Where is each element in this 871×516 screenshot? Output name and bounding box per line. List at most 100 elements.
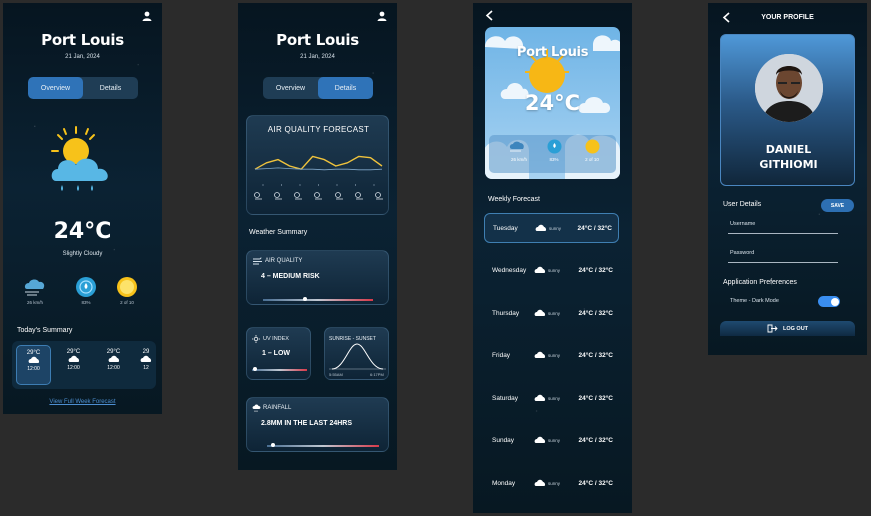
forecast-condition: sunny [534, 266, 574, 275]
profile-icon[interactable] [377, 11, 387, 21]
full-week-link[interactable]: View Full Week Forecast [3, 399, 162, 405]
sunset-time: 6:17PM [370, 372, 384, 377]
rainfall-title: RAINFALL [263, 405, 292, 411]
forecast-row[interactable]: Monday sunny 24°C / 32°C [484, 468, 619, 498]
forecast-row[interactable]: Saturday sunny 24°C / 32°C [484, 383, 619, 413]
wind-icon [24, 279, 45, 296]
rainfall-value: 2.8MM IN THE LAST 24HRS [261, 420, 353, 427]
sunrise-time: 5:55AM [329, 372, 343, 377]
forecast-day: Thursday [492, 309, 520, 317]
profile-icon[interactable] [142, 11, 152, 21]
dark-mode-toggle[interactable] [818, 296, 840, 307]
weather-small-icon [354, 192, 363, 200]
forecast-temp-range: 24°C / 32°C [577, 224, 612, 232]
uv-value: 2 of 10 [585, 157, 599, 162]
current-temperature: 24°C [524, 91, 581, 115]
forecast-row[interactable]: Tuesday sunny 24°C / 32°C [484, 213, 619, 243]
sun-icon [585, 139, 600, 154]
forecast-temp-range: 24°C / 32°C [578, 394, 613, 402]
rainfall-marker [270, 443, 275, 447]
hour-card[interactable]: 29°C 12:00 [96, 345, 131, 385]
cloud-icon [140, 355, 152, 362]
profile-first-name: DANIEL [765, 143, 812, 156]
hour-card[interactable]: 29°C 12:00 [56, 345, 91, 385]
forecast-condition-label: sunny [548, 353, 561, 358]
sunrise-sunset-card[interactable]: SUNRISE - SUNSET 5:55AM 6:17PM [324, 327, 389, 380]
hour-card[interactable]: 29°C 12:00 [16, 345, 51, 385]
profile-screen: YOUR PROFILE DANIEL GITHIOMI User Detail… [708, 3, 867, 355]
weather-small-icon [314, 192, 323, 200]
password-input[interactable]: Password [730, 250, 836, 256]
uv-index-card[interactable]: UV INDEX 1 – LOW [246, 327, 311, 380]
forecast-day: Wednesday [492, 267, 527, 274]
logout-label: LOG OUT [782, 325, 809, 332]
cloud-icon [534, 266, 546, 273]
forecast-row[interactable]: Thursday sunny 24°C / 32°C [484, 298, 619, 328]
hero-stats: 26 km/h 83% 2 of 10 [489, 135, 616, 173]
app-preferences-label: Application Preferences [723, 279, 797, 286]
forecast-row[interactable]: Friday sunny 24°C / 32°C [484, 341, 619, 371]
forecast-condition: sunny [534, 351, 574, 360]
aq-series-line [254, 155, 383, 170]
rain-cloud-icon [252, 404, 261, 412]
tab-details[interactable]: Details [318, 77, 373, 99]
rainfall-bar [267, 445, 379, 447]
sun-icon [117, 277, 137, 297]
uv-index-title: UV INDEX [263, 336, 289, 342]
wind-speed: 26 km/h [510, 157, 527, 162]
forecast-day: Sunday [492, 437, 515, 444]
cloud-icon [68, 355, 79, 362]
forecast-day: Friday [492, 352, 511, 359]
air-quality-bar [263, 299, 373, 301]
hour-card[interactable]: 29 12 [136, 345, 156, 385]
forecast-condition: sunny [534, 394, 574, 403]
weather-small-icon [294, 192, 303, 200]
rainfall-card[interactable]: RAINFALL 2.8MM IN THE LAST 24HRS [246, 397, 389, 452]
profile-card: DANIEL GITHIOMI [720, 34, 855, 186]
city-title: Port Louis [276, 31, 359, 49]
view-tabs: Overview Details [28, 77, 138, 99]
view-tabs: Overview Details [263, 77, 373, 99]
username-input[interactable]: Username [730, 221, 836, 227]
current-temperature: 24°C [53, 219, 112, 244]
forecast-temp-range: 24°C / 32°C [578, 479, 613, 487]
air-quality-card[interactable]: AIR QUALITY 4 – MEDIUM RISK [246, 250, 389, 305]
forecast-day: Saturday [492, 394, 519, 402]
cloud-icon [28, 356, 39, 363]
date-label: 21 Jan, 2024 [300, 54, 335, 60]
user-details-label: User Details [723, 201, 762, 208]
weekly-forecast-title: Weekly Forecast [488, 196, 540, 203]
weather-small-icon [334, 192, 343, 200]
cloud-icon [108, 355, 119, 362]
aq-series-line [254, 167, 383, 171]
forecast-icons-row [253, 191, 384, 211]
sun-arc-chart [329, 343, 386, 370]
forecast-condition-label: sunny [548, 480, 561, 486]
tab-overview[interactable]: Overview [263, 77, 318, 99]
city-title: Port Louis [516, 45, 589, 60]
logout-button[interactable]: LOG OUT [720, 321, 855, 336]
save-button[interactable]: SAVE [821, 199, 854, 212]
condition-label: Slightly Cloudy [62, 251, 103, 257]
forecast-condition: sunny [535, 224, 575, 233]
forecast-condition-label: sunny [548, 310, 561, 316]
weather-small-icon [274, 192, 283, 200]
tab-details[interactable]: Details [83, 77, 138, 99]
forecast-row[interactable]: Wednesday sunny 24°C / 32°C [484, 256, 619, 286]
avatar [755, 54, 823, 122]
details-screen: Port Louis 21 Jan, 2024 Overview Details… [238, 3, 397, 470]
air-quality-icon [253, 257, 262, 265]
aq-forecast-title: AIR QUALITY FORECAST [267, 125, 370, 134]
weather-summary-title: Weather Summary [249, 229, 308, 236]
forecast-temp-range: 24°C / 32°C [578, 309, 613, 317]
uv-index-bar [252, 369, 307, 371]
cloud-icon [534, 436, 546, 443]
humidity-icon [547, 139, 562, 154]
forecast-row[interactable]: Sunday sunny 24°C / 32°C [484, 426, 619, 456]
wind-icon [509, 141, 524, 152]
hero-card: Port Louis 24°C 26 km/h 83% 2 of 10 [485, 27, 620, 179]
back-arrow-icon[interactable] [485, 10, 494, 21]
cloud-icon [535, 224, 547, 231]
tab-overview[interactable]: Overview [28, 77, 83, 99]
forecast-day: Monday [492, 479, 516, 487]
